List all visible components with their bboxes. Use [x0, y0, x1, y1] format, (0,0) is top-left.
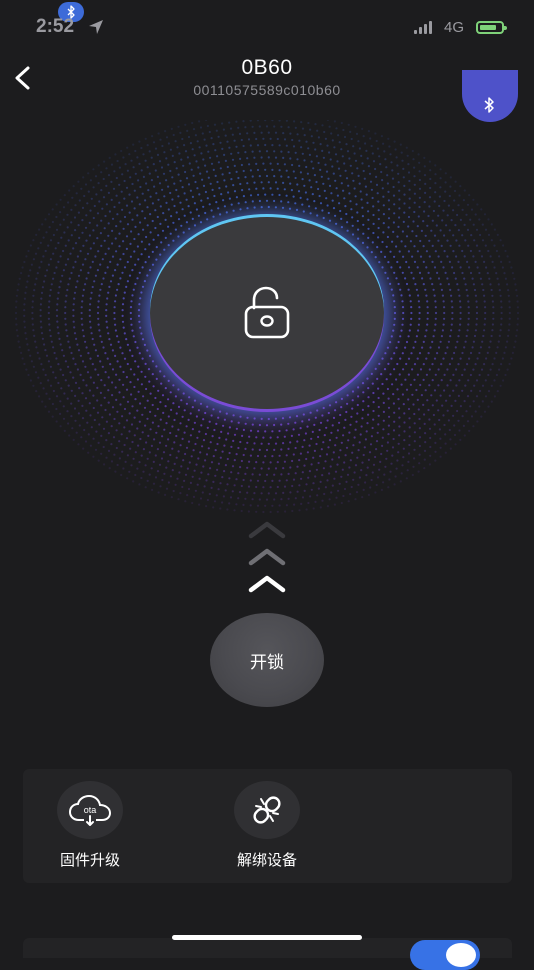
ota-text: ota	[84, 805, 97, 815]
firmware-upgrade-label: 固件升级	[59, 851, 120, 869]
unlock-button-label: 开锁	[250, 652, 284, 673]
device-title: 0B60	[241, 56, 293, 79]
setting-toggle[interactable]	[410, 940, 480, 970]
status-time: 2:52	[36, 16, 75, 37]
cellular-signal-icon	[414, 21, 432, 34]
home-indicator	[172, 935, 362, 940]
swipe-up-hint	[248, 521, 286, 593]
bluetooth-icon	[484, 97, 494, 113]
chevron-up-icon	[248, 521, 286, 539]
device-id: 00110575589c010b60	[193, 82, 341, 98]
unbind-device-label: 解绑设备	[236, 851, 297, 869]
unlink-icon	[253, 796, 281, 824]
firmware-upgrade-button[interactable]: ota 固件升级	[45, 769, 135, 883]
firmware-upgrade-icon-circle: ota	[57, 781, 123, 839]
cloud-ota-download-icon: ota	[68, 794, 112, 826]
unlocked-padlock-icon	[244, 286, 290, 339]
network-type: 4G	[444, 19, 465, 36]
chevron-up-icon	[248, 548, 286, 566]
battery-icon	[476, 21, 507, 34]
status-bar: 2:52 4G	[0, 0, 534, 50]
device-actions-panel: ota 固件升级 解绑设备	[23, 769, 512, 883]
chevron-up-icon	[248, 575, 286, 593]
unlock-button[interactable]: 开锁	[210, 613, 324, 707]
unbind-device-button[interactable]: 解绑设备	[222, 769, 312, 883]
bluetooth-button[interactable]	[462, 70, 518, 122]
unbind-device-icon-circle	[234, 781, 300, 839]
location-arrow-icon	[89, 20, 103, 34]
